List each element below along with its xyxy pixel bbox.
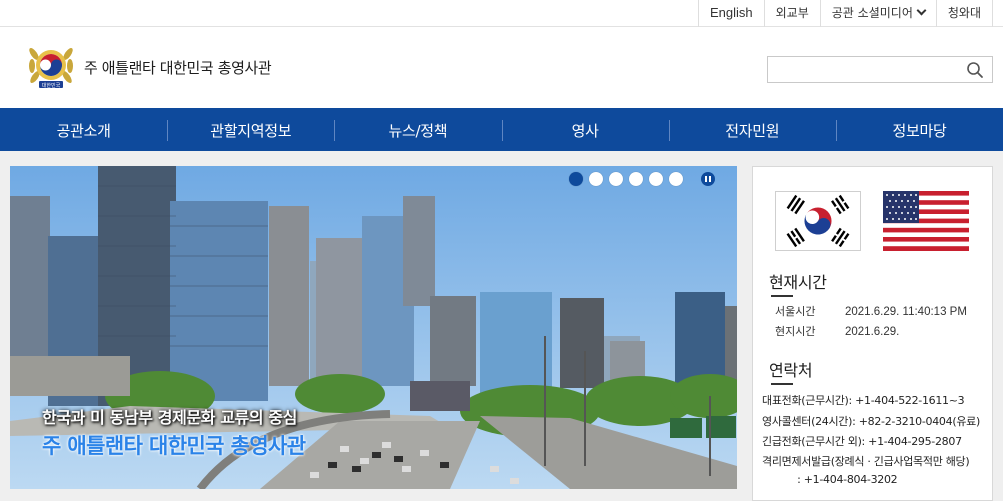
main-banner[interactable]: 한국과 미 동남부 경제문화 교류의 중심 주 애틀랜타 대한민국 총영사관 bbox=[10, 166, 737, 489]
pause-icon[interactable] bbox=[701, 172, 715, 186]
contact-quarantine-phone: : +1-404-804-3202 bbox=[762, 473, 898, 486]
local-time-label: 현지시간 bbox=[775, 325, 816, 338]
korea-flag-icon bbox=[775, 191, 861, 251]
seoul-time-row: 서울시간 2021.6.29. 11:40:13 PM bbox=[775, 303, 967, 319]
contact-emergency: 긴급전화(근무시간 외): +1-404-295-2807 bbox=[762, 435, 962, 448]
divider bbox=[771, 383, 793, 385]
slide-dot-2[interactable] bbox=[589, 172, 603, 186]
emblem-text: 대한민국 bbox=[42, 82, 61, 89]
divider bbox=[771, 295, 793, 297]
nav-consular[interactable]: 영사 bbox=[501, 108, 669, 151]
usa-flag-icon bbox=[883, 191, 969, 251]
seoul-time-label: 서울시간 bbox=[775, 305, 816, 318]
mofa-link[interactable]: 외교부 bbox=[763, 0, 820, 27]
blue-house-link[interactable]: 청와대 bbox=[935, 0, 993, 27]
site-header: 대한민국 주 애틀랜타 대한민국 총영사관 bbox=[0, 27, 1003, 108]
social-media-label: 공관 소셜미디어 bbox=[831, 6, 913, 20]
contact-call-center: 영사콜센터(24시간): +82-2-3210-0404(유료) bbox=[762, 415, 980, 428]
english-link[interactable]: English bbox=[698, 0, 764, 27]
local-time-value: 2021.6.29. bbox=[845, 326, 900, 338]
contact-title: 연락처 bbox=[769, 361, 813, 380]
banner-subtitle: 한국과 미 동남부 경제문화 교류의 중심 bbox=[42, 408, 297, 427]
slide-dot-4[interactable] bbox=[629, 172, 643, 186]
main-navigation: 공관소개 관할지역정보 뉴스/정책 영사 전자민원 정보마당 bbox=[0, 108, 1003, 151]
utility-bar: English 외교부 공관 소셜미디어 청와대 bbox=[0, 0, 1003, 27]
slide-indicators bbox=[563, 172, 715, 186]
seoul-time-value: 2021.6.29. 11:40:13 PM bbox=[845, 306, 967, 318]
social-media-dropdown[interactable]: 공관 소셜미디어 bbox=[819, 0, 936, 27]
nav-consulate-intro[interactable]: 공관소개 bbox=[0, 108, 167, 151]
search-box bbox=[767, 56, 993, 83]
nav-info-plaza[interactable]: 정보마당 bbox=[835, 108, 1003, 151]
emblem-logo-icon[interactable]: 대한민국 bbox=[28, 42, 74, 90]
local-time-row: 현지시간 2021.6.29. bbox=[775, 323, 899, 339]
current-time-title: 현재시간 bbox=[769, 273, 827, 292]
contact-main-phone: 대표전화(근무시간): +1-404-522-1611~3 bbox=[762, 394, 965, 407]
slide-dot-5[interactable] bbox=[649, 172, 663, 186]
info-panel: 현재시간 서울시간 2021.6.29. 11:40:13 PM 현지시간 2021… bbox=[752, 166, 993, 501]
nav-e-civil-service[interactable]: 전자민원 bbox=[668, 108, 836, 151]
slide-dot-3[interactable] bbox=[609, 172, 623, 186]
banner-title: 주 애틀랜타 대한민국 총영사관 bbox=[42, 434, 306, 458]
utility-links: English 외교부 공관 소셜미디어 청와대 bbox=[698, 0, 993, 27]
search-icon[interactable] bbox=[966, 61, 984, 79]
contact-quarantine-exemption: 격리면제서발급(장례식 · 긴급사업목적만 해당) bbox=[762, 455, 970, 468]
nav-region-info[interactable]: 관할지역정보 bbox=[167, 108, 334, 151]
slide-dot-6[interactable] bbox=[669, 172, 683, 186]
chevron-down-icon bbox=[916, 5, 927, 16]
search-input[interactable] bbox=[768, 57, 958, 82]
nav-news-policy[interactable]: 뉴스/정책 bbox=[334, 108, 501, 151]
slide-dot-1[interactable] bbox=[569, 172, 583, 186]
site-title[interactable]: 주 애틀랜타 대한민국 총영사관 bbox=[84, 57, 272, 78]
